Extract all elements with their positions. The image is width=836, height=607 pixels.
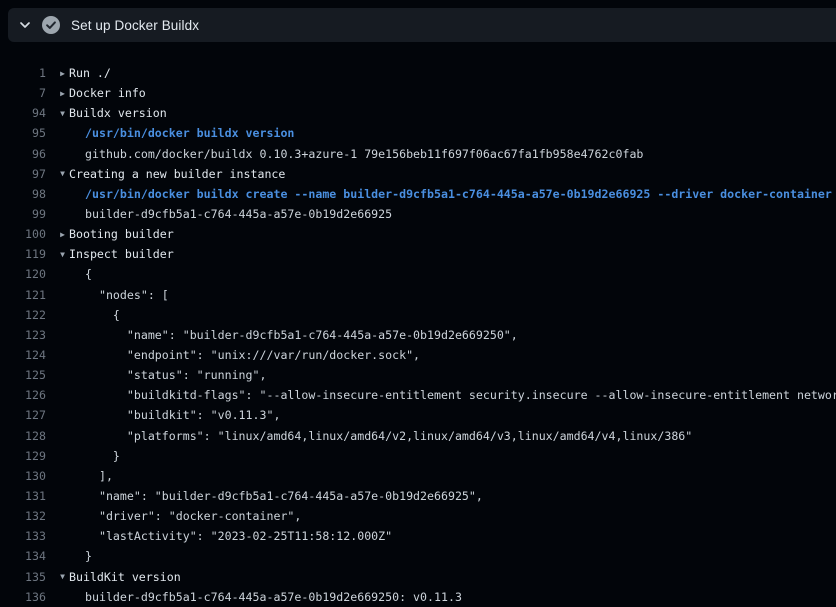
log-line[interactable]: 97 ▼ Creating a new builder instance [0,164,836,184]
log-line-text: "buildkitd-flags": "--allow-insecure-ent… [85,388,836,402]
line-number[interactable]: 94 [0,106,46,120]
log-line: 95 /usr/bin/docker buildx version [0,123,836,143]
log-line: 130 ], [0,466,836,486]
log-line: 132 "driver": "docker-container", [0,506,836,526]
log-line-text: Booting builder [69,227,174,241]
log-line: 126 "buildkitd-flags": "--allow-insecure… [0,385,836,405]
log-line-text: } [85,449,120,463]
line-number[interactable]: 121 [0,288,46,302]
log-line-text: Creating a new builder instance [69,167,285,181]
log-line[interactable]: 1 ▶ Run ./ [0,63,836,83]
line-number[interactable]: 120 [0,267,46,281]
triangle-down-icon: ▼ [56,572,69,581]
line-number[interactable]: 123 [0,328,46,342]
log-line: 124 "endpoint": "unix:///var/run/docker.… [0,345,836,365]
log-line: 99 builder-d9cfb5a1-c764-445a-a57e-0b19d… [0,204,836,224]
log-line-text: /usr/bin/docker buildx create --name bui… [85,187,832,201]
log-lines: 1 ▶ Run ./ 7 ▶ Docker info 94 ▼ Buildx v… [0,42,836,604]
log-line-text: Run ./ [69,66,111,80]
log-line-text: github.com/docker/buildx 0.10.3+azure-1 … [85,147,643,161]
step-header[interactable]: Set up Docker Buildx [8,8,836,42]
log-line: 96 github.com/docker/buildx 0.10.3+azure… [0,144,836,164]
log-line: 129 } [0,446,836,466]
line-number[interactable]: 130 [0,469,46,483]
log-line[interactable]: 100 ▶ Booting builder [0,224,836,244]
log-line[interactable]: 94 ▼ Buildx version [0,103,836,123]
log-line-text: { [85,308,120,322]
log-line: 128 "platforms": "linux/amd64,linux/amd6… [0,426,836,446]
log-line-text: builder-d9cfb5a1-c764-445a-a57e-0b19d2e6… [85,207,392,221]
log-line-text: "buildkit": "v0.11.3", [85,408,280,422]
log-line: 120 { [0,264,836,284]
line-number[interactable]: 124 [0,348,46,362]
log-line-text: "nodes": [ [85,288,169,302]
log-line-text: Docker info [69,86,146,100]
check-circle-icon [42,16,60,34]
log-line: 127 "buildkit": "v0.11.3", [0,405,836,425]
log-line-text: } [85,549,92,563]
log-line: 121 "nodes": [ [0,285,836,305]
step-title: Set up Docker Buildx [71,18,199,33]
line-number[interactable]: 125 [0,368,46,382]
line-number[interactable]: 132 [0,509,46,523]
log-line: 125 "status": "running", [0,365,836,385]
log-line-text: "status": "running", [85,368,266,382]
line-number[interactable]: 99 [0,207,46,221]
triangle-down-icon: ▼ [56,169,69,178]
triangle-down-icon: ▼ [56,109,69,118]
log-line-text: Inspect builder [69,247,174,261]
line-number[interactable]: 119 [0,247,46,261]
log-line[interactable]: 7 ▶ Docker info [0,83,836,103]
log-line: 134 } [0,546,836,566]
line-number[interactable]: 126 [0,388,46,402]
log-line-text: "platforms": "linux/amd64,linux/amd64/v2… [85,429,692,443]
line-number[interactable]: 1 [0,66,46,80]
triangle-right-icon: ▶ [56,69,69,78]
line-number[interactable]: 134 [0,549,46,563]
triangle-down-icon: ▼ [56,250,69,259]
log-line: 131 "name": "builder-d9cfb5a1-c764-445a-… [0,486,836,506]
line-number[interactable]: 7 [0,86,46,100]
line-number[interactable]: 136 [0,590,46,604]
log-line-text: "driver": "docker-container", [85,509,301,523]
log-line-text: "name": "builder-d9cfb5a1-c764-445a-a57e… [85,489,483,503]
line-number[interactable]: 96 [0,147,46,161]
chevron-down-icon[interactable] [19,19,31,31]
line-number[interactable]: 98 [0,187,46,201]
log-line-text: BuildKit version [69,570,181,584]
line-number[interactable]: 127 [0,408,46,422]
log-line[interactable]: 119 ▼ Inspect builder [0,244,836,264]
line-number[interactable]: 122 [0,308,46,322]
line-number[interactable]: 133 [0,529,46,543]
log-line: 133 "lastActivity": "2023-02-25T11:58:12… [0,526,836,546]
line-number[interactable]: 129 [0,449,46,463]
log-line-text: ], [85,469,113,483]
log-line-text: "lastActivity": "2023-02-25T11:58:12.000… [85,529,392,543]
line-number[interactable]: 128 [0,429,46,443]
line-number[interactable]: 131 [0,489,46,503]
log-line-text: /usr/bin/docker buildx version [85,126,294,140]
log-line[interactable]: 135 ▼ BuildKit version [0,567,836,587]
line-number[interactable]: 135 [0,570,46,584]
line-number[interactable]: 100 [0,227,46,241]
log-line-text: "name": "builder-d9cfb5a1-c764-445a-a57e… [85,328,518,342]
log-line: 122 { [0,305,836,325]
line-number[interactable]: 95 [0,126,46,140]
log-line: 98 /usr/bin/docker buildx create --name … [0,184,836,204]
log-line-text: Buildx version [69,106,167,120]
triangle-right-icon: ▶ [56,230,69,239]
log-line-text: builder-d9cfb5a1-c764-445a-a57e-0b19d2e6… [85,590,462,604]
log-line: 123 "name": "builder-d9cfb5a1-c764-445a-… [0,325,836,345]
log-line-text: { [85,267,92,281]
log-line-text: "endpoint": "unix:///var/run/docker.sock… [85,348,420,362]
line-number[interactable]: 97 [0,167,46,181]
triangle-right-icon: ▶ [56,89,69,98]
